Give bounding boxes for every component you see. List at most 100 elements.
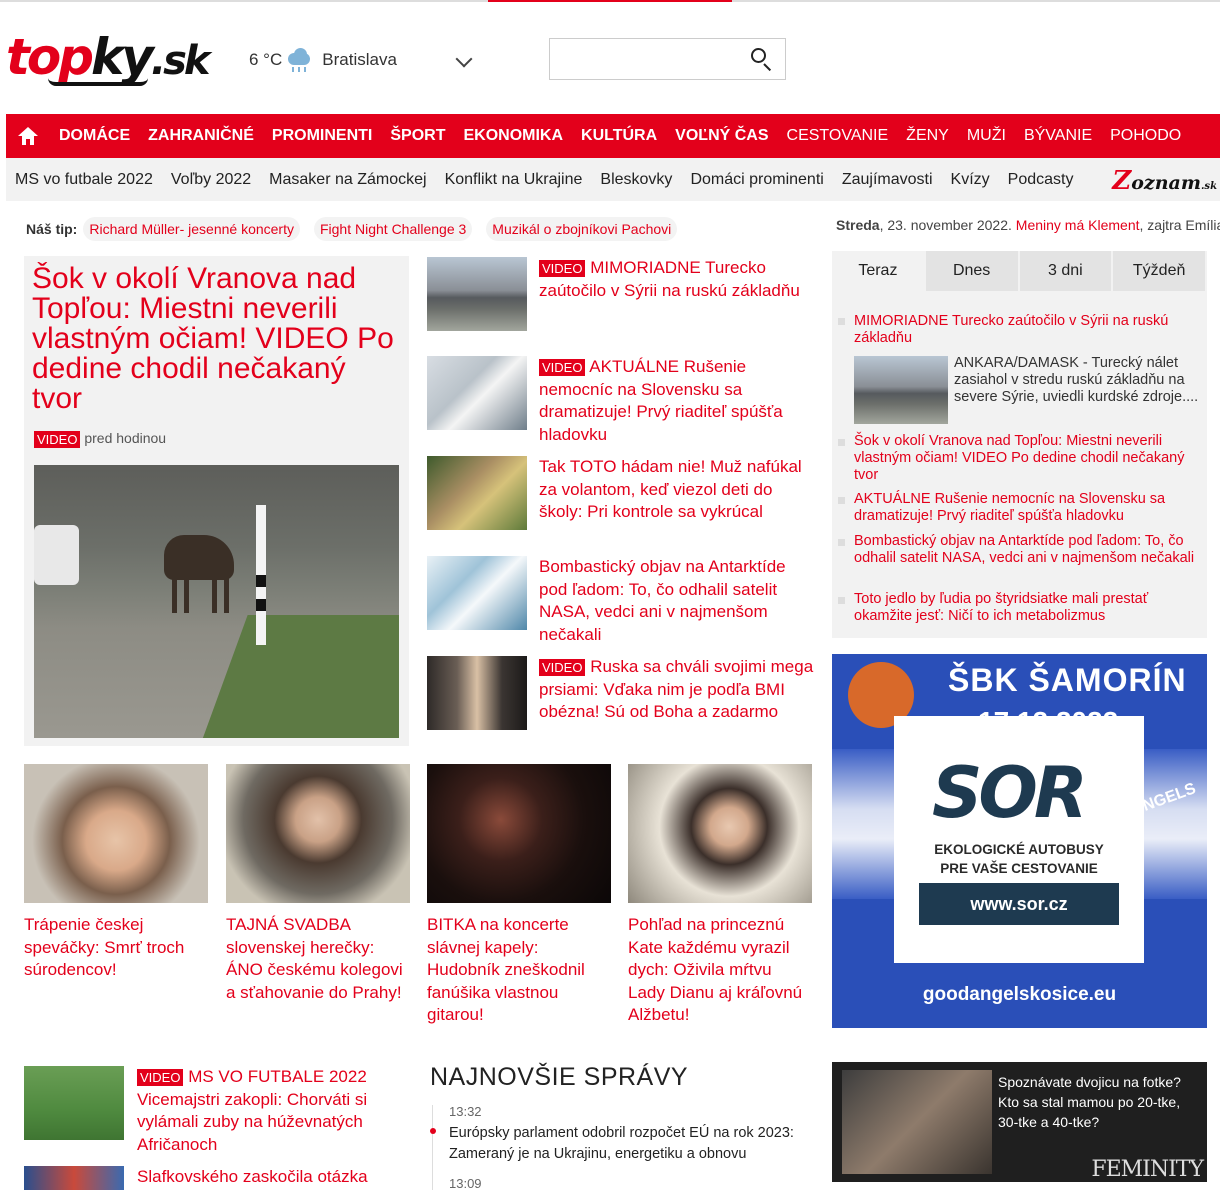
tab-teraz[interactable]: Teraz: [832, 251, 926, 291]
nav-item-sport[interactable]: ŠPORT: [390, 127, 445, 145]
article-thumb[interactable]: [427, 257, 527, 331]
grid-item[interactable]: Trápenie českej speváčky: Smrť troch súr…: [24, 764, 209, 982]
bullet-icon: [838, 439, 845, 446]
nav-item-zeny[interactable]: ŽENY: [906, 127, 949, 145]
popular-box: Teraz Dnes 3 dni Týždeň MIMORIADNE Turec…: [832, 251, 1207, 638]
subnav-item[interactable]: Konflikt na Ukrajine: [445, 171, 583, 189]
list-item[interactable]: VIDEO Ruska sa chváli svojimi mega prsia…: [427, 656, 817, 746]
nav-item-muzi[interactable]: MUŽI: [967, 127, 1006, 145]
tip-label: Náš tip:: [26, 221, 78, 237]
lead-meta: VIDEO pred hodinou: [34, 430, 166, 448]
subnav-item[interactable]: Zaujímavosti: [842, 171, 933, 189]
weather-widget[interactable]: 6 °C Bratislava: [249, 44, 397, 76]
nav-item-domace[interactable]: DOMÁCE: [59, 127, 130, 145]
popular-item[interactable]: Toto jedlo by ľudia po štyridsiatke mali…: [854, 591, 1199, 625]
subnav-item[interactable]: Domáci prominenti: [690, 171, 823, 189]
popular-item[interactable]: MIMORIADNE Turecko zaútočilo v Sýrii na …: [854, 313, 1199, 347]
subnav-item[interactable]: Bleskovky: [600, 171, 672, 189]
news-time: 13:09: [449, 1176, 482, 1190]
list-item[interactable]: Tak TOTO hádam nie! Muž nafúkal za volan…: [427, 456, 817, 546]
nav-item-prominenti[interactable]: PROMINENTI: [272, 127, 372, 145]
lead-title[interactable]: Šok v okolí Vranova nad Topľou: Miestni …: [32, 264, 402, 414]
cloud-rain-icon: [284, 47, 314, 73]
article-title[interactable]: Slafkovského zaskočila otázka: [137, 1166, 402, 1189]
feminity-promo[interactable]: Spoznávate dvojicu na fotke? Kto sa stal…: [832, 1062, 1207, 1182]
tab-dnes[interactable]: Dnes: [925, 251, 1020, 291]
article-thumb[interactable]: [24, 1066, 124, 1140]
list-item[interactable]: Bombastický objav na Antarktíde pod ľado…: [427, 556, 817, 646]
list-item[interactable]: VIDEO MS VO FUTBALE 2022 Vicemajstri zak…: [24, 1066, 404, 1162]
nav-item-pohodo[interactable]: POHODO: [1110, 127, 1181, 145]
zoznam-logo[interactable]: Zoznam.sk: [1112, 166, 1217, 196]
search-input[interactable]: [558, 45, 738, 73]
grid-image[interactable]: [226, 764, 410, 903]
list-item[interactable]: Slafkovského zaskočila otázka: [24, 1166, 404, 1190]
lead-time: pred hodinou: [84, 430, 167, 446]
grid-image[interactable]: [24, 764, 208, 903]
nav-item-ekonomika[interactable]: EKONOMIKA: [463, 127, 563, 145]
subnav-item[interactable]: MS vo futbale 2022: [15, 171, 153, 189]
promo-image[interactable]: [842, 1070, 992, 1174]
grid-item[interactable]: BITKA na koncerte slávnej kapely: Hudobn…: [427, 764, 612, 1027]
tip-link[interactable]: Fight Night Challenge 3: [313, 217, 473, 241]
ad-tagline: EKOLOGICKÉ AUTOBUSY: [934, 842, 1104, 857]
video-badge: VIDEO: [539, 260, 586, 278]
video-badge: VIDEO: [137, 1069, 184, 1087]
article-thumb[interactable]: [427, 456, 527, 530]
news-text[interactable]: Európsky parlament odobril rozpočet EÚ n…: [449, 1123, 814, 1164]
nav-item-volny-cas[interactable]: VOĽNÝ ČAS: [675, 127, 768, 145]
video-badge: VIDEO: [34, 430, 81, 448]
ad-footer[interactable]: goodangelskosice.eu: [832, 984, 1207, 1006]
advertisement[interactable]: ŠBK ŠAMORÍN 17.12.2022 NGELS SOR EKOLOGI…: [832, 654, 1207, 1028]
bullet-icon: [838, 318, 845, 325]
search-box: [549, 38, 786, 80]
nav-item-cestovanie[interactable]: CESTOVANIE: [787, 127, 889, 145]
tip-link[interactable]: Muzikál o zbojníkovi Pachovi: [486, 217, 678, 241]
subnav-item[interactable]: Masaker na Zámockej: [269, 171, 426, 189]
popular-item[interactable]: Šok v okolí Vranova nad Topľou: Miestni …: [854, 433, 1199, 484]
names-day-link[interactable]: Meniny má Klement: [1016, 217, 1140, 233]
ad-card: SOR EKOLOGICKÉ AUTOBUSY PRE VAŠE CESTOVAN…: [894, 716, 1144, 963]
grid-image[interactable]: [427, 764, 611, 903]
lead-article[interactable]: Šok v okolí Vranova nad Topľou: Miestni …: [24, 256, 409, 746]
lead-photo[interactable]: [34, 465, 399, 738]
grid-item[interactable]: TAJNÁ SVADBA slovenskej herečky: ÁNO čes…: [226, 764, 411, 1004]
article-thumb[interactable]: [427, 656, 527, 730]
grid-title[interactable]: Pohľad na princeznú Kate každému vyrazil…: [628, 914, 813, 1027]
ad-url[interactable]: www.sor.cz: [919, 883, 1119, 925]
grid-image[interactable]: [628, 764, 812, 903]
popular-item[interactable]: AKTUÁLNE Rušenie nemocníc na Slovensku s…: [854, 491, 1199, 525]
grid-title[interactable]: BITKA na koncerte slávnej kapely: Hudobn…: [427, 914, 612, 1027]
list-item[interactable]: VIDEO MIMORIADNE Turecko zaútočilo v Sýr…: [427, 257, 817, 347]
article-title[interactable]: Bombastický objav na Antarktíde pod ľado…: [539, 556, 814, 646]
grid-item[interactable]: Pohľad na princeznú Kate každému vyrazil…: [628, 764, 813, 1027]
sor-logo: SOR: [932, 752, 1088, 834]
chevron-down-icon[interactable]: [455, 50, 473, 68]
tip-link[interactable]: Richard Müller- jesenné koncerty: [83, 217, 300, 241]
promo-text[interactable]: Spoznávate dvojicu na fotke? Kto sa stal…: [998, 1072, 1198, 1132]
list-item[interactable]: VIDEO AKTUÁLNE Rušenie nemocníc na Slove…: [427, 356, 817, 446]
article-thumb[interactable]: [427, 356, 527, 430]
tab-3-dni[interactable]: 3 dni: [1019, 251, 1114, 291]
grid-title[interactable]: TAJNÁ SVADBA slovenskej herečky: ÁNO čes…: [226, 914, 411, 1004]
grid-title[interactable]: Trápenie českej speváčky: Smrť troch súr…: [24, 914, 209, 982]
popular-item[interactable]: Bombastický objav na Antarktíde pod ľado…: [854, 533, 1199, 567]
tab-tyzden[interactable]: Týždeň: [1113, 251, 1207, 291]
ad-tagline: PRE VAŠE CESTOVANIE: [940, 861, 1098, 876]
popular-thumb[interactable]: [854, 356, 948, 424]
article-title[interactable]: Tak TOTO hádam nie! Muž nafúkal za volan…: [539, 456, 814, 524]
search-icon[interactable]: [750, 47, 774, 72]
home-button[interactable]: [6, 114, 50, 158]
article-thumb[interactable]: [427, 556, 527, 630]
date-line: Streda, 23. november 2022. Meniny má Kle…: [836, 217, 1220, 233]
nav-item-zahranicne[interactable]: ZAHRANIČNÉ: [148, 127, 254, 145]
subnav-item[interactable]: Podcasty: [1008, 171, 1074, 189]
nav-item-byvanie[interactable]: BÝVANIE: [1024, 127, 1092, 145]
subnav-item[interactable]: Voľby 2022: [171, 171, 251, 189]
weather-temp: 6 °C: [249, 50, 283, 69]
nav-item-kultura[interactable]: KULTÚRA: [581, 127, 657, 145]
subnav-item[interactable]: Kvízy: [951, 171, 990, 189]
timeline-dot: [430, 1128, 436, 1134]
article-thumb[interactable]: [24, 1166, 124, 1190]
sub-nav: MS vo futbale 2022 Voľby 2022 Masaker na…: [6, 158, 1220, 201]
